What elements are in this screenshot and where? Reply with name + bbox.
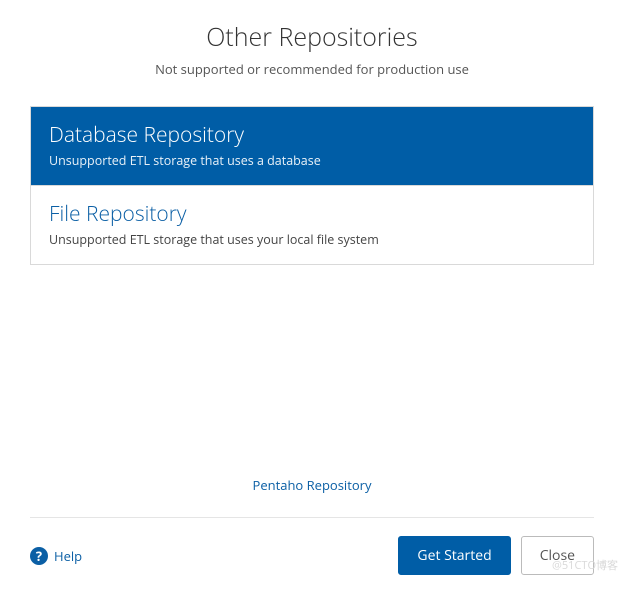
pentaho-repository-link-wrapper: Pentaho Repository [30, 473, 594, 495]
repository-list: Database Repository Unsupported ETL stor… [30, 106, 594, 265]
get-started-button[interactable]: Get Started [398, 536, 510, 575]
repository-title: Database Repository [49, 121, 575, 149]
dialog-header: Other Repositories Not supported or reco… [30, 20, 594, 78]
pentaho-repository-link[interactable]: Pentaho Repository [253, 476, 372, 494]
help-icon: ? [30, 547, 48, 565]
footer-buttons: Get Started Close [398, 536, 594, 575]
dialog-footer: ? Help Get Started Close [30, 517, 594, 595]
close-button[interactable]: Close [521, 536, 594, 575]
help-link[interactable]: ? Help [30, 547, 82, 565]
repository-option-file[interactable]: File Repository Unsupported ETL storage … [31, 185, 593, 264]
repository-title: File Repository [49, 200, 575, 228]
page-title: Other Repositories [30, 20, 594, 54]
repository-description: Unsupported ETL storage that uses a data… [49, 152, 575, 169]
page-subtitle: Not supported or recommended for product… [30, 60, 594, 78]
repository-option-database[interactable]: Database Repository Unsupported ETL stor… [31, 107, 593, 185]
repository-description: Unsupported ETL storage that uses your l… [49, 231, 575, 248]
help-label: Help [54, 547, 82, 565]
